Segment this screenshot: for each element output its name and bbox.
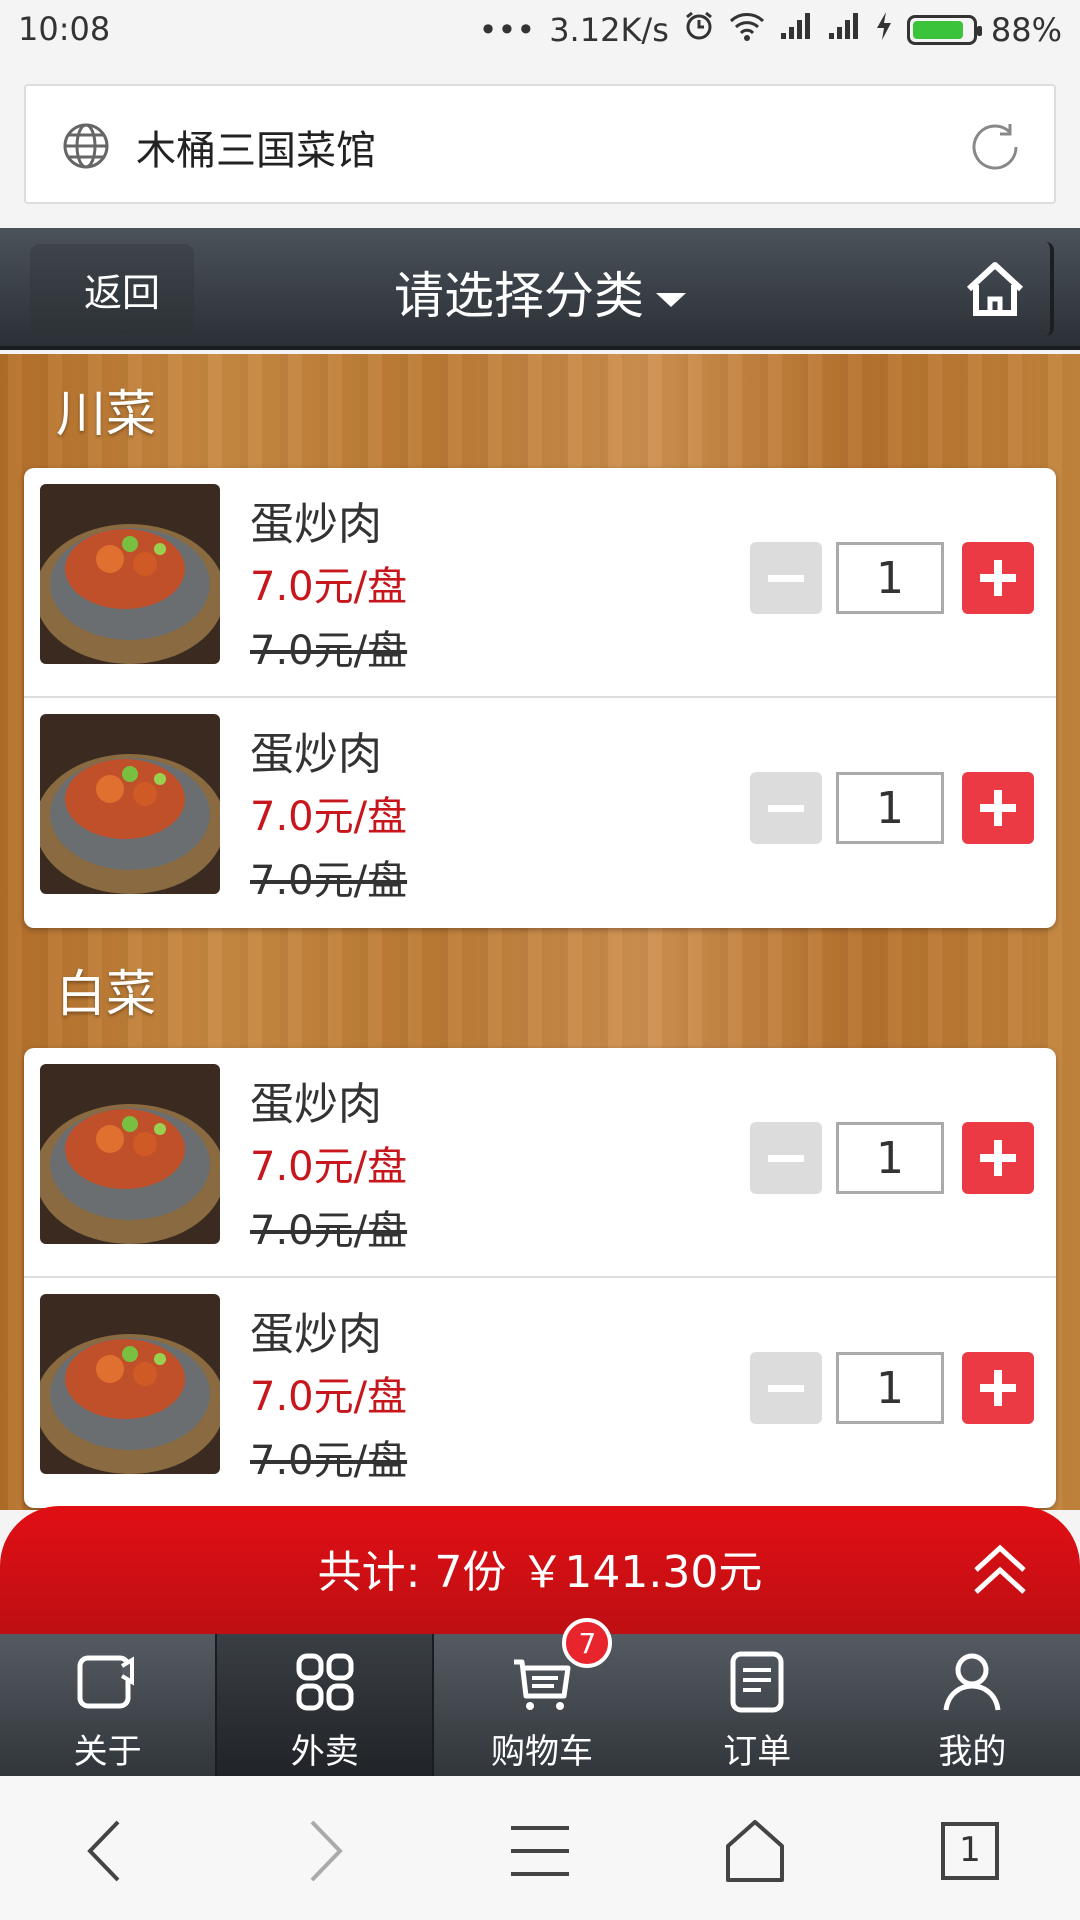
tab-about[interactable]: 关于 (0, 1634, 215, 1776)
double-chevron-up-icon[interactable] (970, 1540, 1030, 1600)
dish-name: 蛋炒肉 (250, 1309, 382, 1360)
section-title: 川菜 (56, 385, 156, 443)
tabs-count: 1 (959, 1830, 981, 1870)
dish-original-price: 7.0元/盘 (250, 1438, 408, 1484)
dish-price: 7.0元/盘 (250, 564, 408, 610)
decrease-button[interactable] (750, 542, 822, 614)
status-time: 10:08 (18, 10, 111, 48)
home-icon (966, 262, 1024, 316)
menu-icon[interactable] (505, 1816, 575, 1886)
dish-price: 7.0元/盘 (250, 1144, 408, 1190)
dish-price: 7.0元/盘 (250, 1374, 408, 1420)
quantity-field[interactable]: 1 (836, 542, 944, 614)
increase-button[interactable] (962, 772, 1034, 844)
dish-item: 蛋炒肉 7.0元/盘 7.0元/盘 1 (24, 1048, 1056, 1278)
dish-image[interactable] (40, 484, 220, 664)
signal-icon (779, 11, 813, 49)
more-dots-icon: ••• (478, 11, 536, 49)
grid-icon (291, 1648, 359, 1716)
status-right: ••• 3.12K/s 88% (479, 10, 1062, 50)
page-title: 木桶三国菜馆 (136, 128, 376, 174)
cart-icon (508, 1648, 576, 1716)
increase-button[interactable] (962, 1352, 1034, 1424)
alarm-icon (683, 10, 715, 50)
category-selector[interactable]: 请选择分类 (0, 256, 1080, 328)
battery-percent: 88% (990, 11, 1062, 49)
bottom-tab-bar: 关于 外卖 7 购物车 订单 我的 (0, 1618, 1080, 1776)
forward-arrow-icon[interactable] (290, 1816, 360, 1886)
decrease-button[interactable] (750, 1352, 822, 1424)
quantity-field[interactable]: 1 (836, 1122, 944, 1194)
browser-nav-bar: 1 (0, 1776, 1080, 1920)
dish-original-price: 7.0元/盘 (250, 1208, 408, 1254)
tab-label: 购物车 (491, 1732, 593, 1772)
home-button[interactable] (940, 242, 1054, 336)
dish-item: 蛋炒肉 7.0元/盘 7.0元/盘 1 (24, 468, 1056, 698)
app-header: 返回 请选择分类 (0, 228, 1080, 350)
globe-icon (62, 122, 110, 170)
dish-name: 蛋炒肉 (250, 729, 382, 780)
tab-takeout[interactable]: 外卖 (215, 1634, 435, 1776)
about-icon (74, 1648, 142, 1716)
tab-label: 关于 (73, 1732, 142, 1772)
decrease-button[interactable] (750, 772, 822, 844)
home-nav-icon[interactable] (720, 1816, 790, 1886)
increase-button[interactable] (962, 542, 1034, 614)
cart-badge: 7 (562, 1618, 613, 1668)
dish-item: 蛋炒肉 7.0元/盘 7.0元/盘 1 (24, 1278, 1056, 1508)
dish-card: 蛋炒肉 7.0元/盘 7.0元/盘 1 蛋炒肉 7.0元/盘 7.0元/盘 1 (24, 1048, 1056, 1508)
wifi-icon (729, 11, 765, 49)
status-bar: 10:08 ••• 3.12K/s 88% (0, 0, 1080, 62)
section-title: 白菜 (56, 965, 156, 1023)
network-speed: 3.12K/s (549, 11, 669, 49)
dish-original-price: 7.0元/盘 (250, 628, 408, 674)
decrease-button[interactable] (750, 1122, 822, 1194)
quantity-field[interactable]: 1 (836, 772, 944, 844)
caret-down-icon (656, 292, 686, 307)
dish-image[interactable] (40, 1064, 220, 1244)
dish-image[interactable] (40, 714, 220, 894)
quantity-field[interactable]: 1 (836, 1352, 944, 1424)
cart-total-text: 共计: 7份 ￥141.30元 (317, 1547, 763, 1598)
dish-name: 蛋炒肉 (250, 1079, 382, 1130)
category-label: 请选择分类 (394, 267, 644, 325)
dish-image[interactable] (40, 1294, 220, 1474)
menu-content[interactable]: 川菜 蛋炒肉 7.0元/盘 7.0元/盘 1 蛋炒肉 7.0元/盘 7.0元/盘… (0, 354, 1080, 1510)
tab-label: 我的 (938, 1732, 1007, 1772)
address-bar[interactable]: 木桶三国菜馆 (24, 84, 1056, 204)
order-icon (723, 1648, 791, 1716)
tab-mine[interactable]: 我的 (865, 1634, 1080, 1776)
tab-orders[interactable]: 订单 (650, 1634, 865, 1776)
user-icon (938, 1648, 1006, 1716)
signal-icon-2 (827, 11, 861, 49)
tab-label: 外卖 (290, 1732, 359, 1772)
tab-cart[interactable]: 7 购物车 (434, 1618, 649, 1776)
cart-total-bar[interactable]: 共计: 7份 ￥141.30元 (0, 1506, 1080, 1634)
tab-label: 订单 (723, 1732, 792, 1772)
dish-card: 蛋炒肉 7.0元/盘 7.0元/盘 1 蛋炒肉 7.0元/盘 7.0元/盘 1 (24, 468, 1056, 928)
battery-icon (906, 15, 982, 45)
dish-name: 蛋炒肉 (250, 499, 382, 550)
dish-original-price: 7.0元/盘 (250, 858, 408, 904)
increase-button[interactable] (962, 1122, 1034, 1194)
back-arrow-icon[interactable] (70, 1816, 140, 1886)
dish-item: 蛋炒肉 7.0元/盘 7.0元/盘 1 (24, 698, 1056, 928)
dish-price: 7.0元/盘 (250, 794, 408, 840)
tabs-count-button[interactable]: 1 (935, 1816, 1005, 1886)
charging-icon (875, 11, 893, 49)
reload-icon[interactable] (966, 118, 1024, 176)
